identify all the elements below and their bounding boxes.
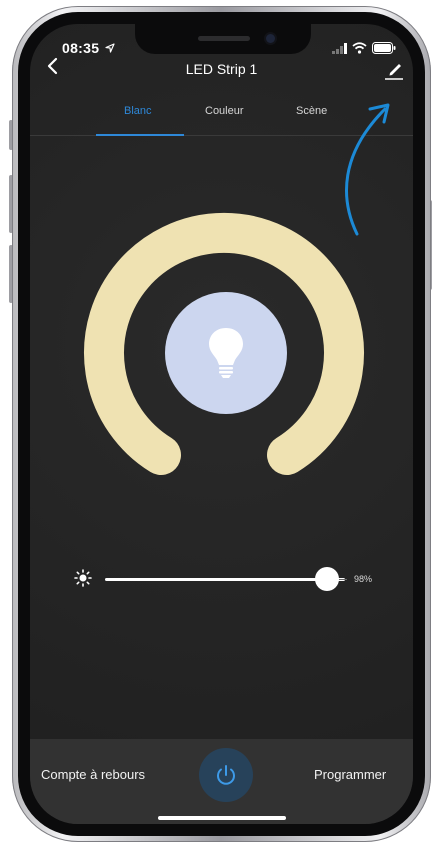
tab-blanc[interactable]: Blanc [124, 105, 152, 117]
lightbulb-icon [209, 328, 243, 378]
light-toggle-circle[interactable] [165, 292, 287, 414]
front-camera [266, 34, 275, 43]
home-indicator[interactable] [158, 816, 286, 820]
power-button[interactable] [199, 748, 253, 802]
location-arrow-icon [105, 43, 115, 53]
wifi-icon [352, 42, 367, 54]
status-time: 08:35 [62, 40, 100, 56]
schedule-button[interactable]: Programmer [314, 767, 386, 782]
power-icon [217, 765, 235, 785]
brightness-slider-thumb[interactable] [315, 567, 339, 591]
tab-scene[interactable]: Scène [296, 105, 327, 117]
brightness-slider-track[interactable] [105, 578, 345, 581]
app-screen: 08:35 LED Strip 1 Blanc Couleur Scène 98… [30, 24, 413, 824]
bottom-action-bar: Compte à rebours Programmer [30, 739, 413, 824]
sun-icon [74, 569, 92, 587]
cellular-signal-icon [332, 43, 347, 54]
active-tab-indicator [96, 134, 184, 136]
brightness-value: 98% [354, 574, 373, 584]
brightness-icon [74, 569, 92, 590]
page-title: LED Strip 1 [185, 61, 258, 77]
countdown-button[interactable]: Compte à rebours [41, 767, 145, 782]
tab-couleur[interactable]: Couleur [205, 105, 244, 117]
phone-speaker [198, 36, 250, 41]
battery-icon [372, 42, 396, 54]
